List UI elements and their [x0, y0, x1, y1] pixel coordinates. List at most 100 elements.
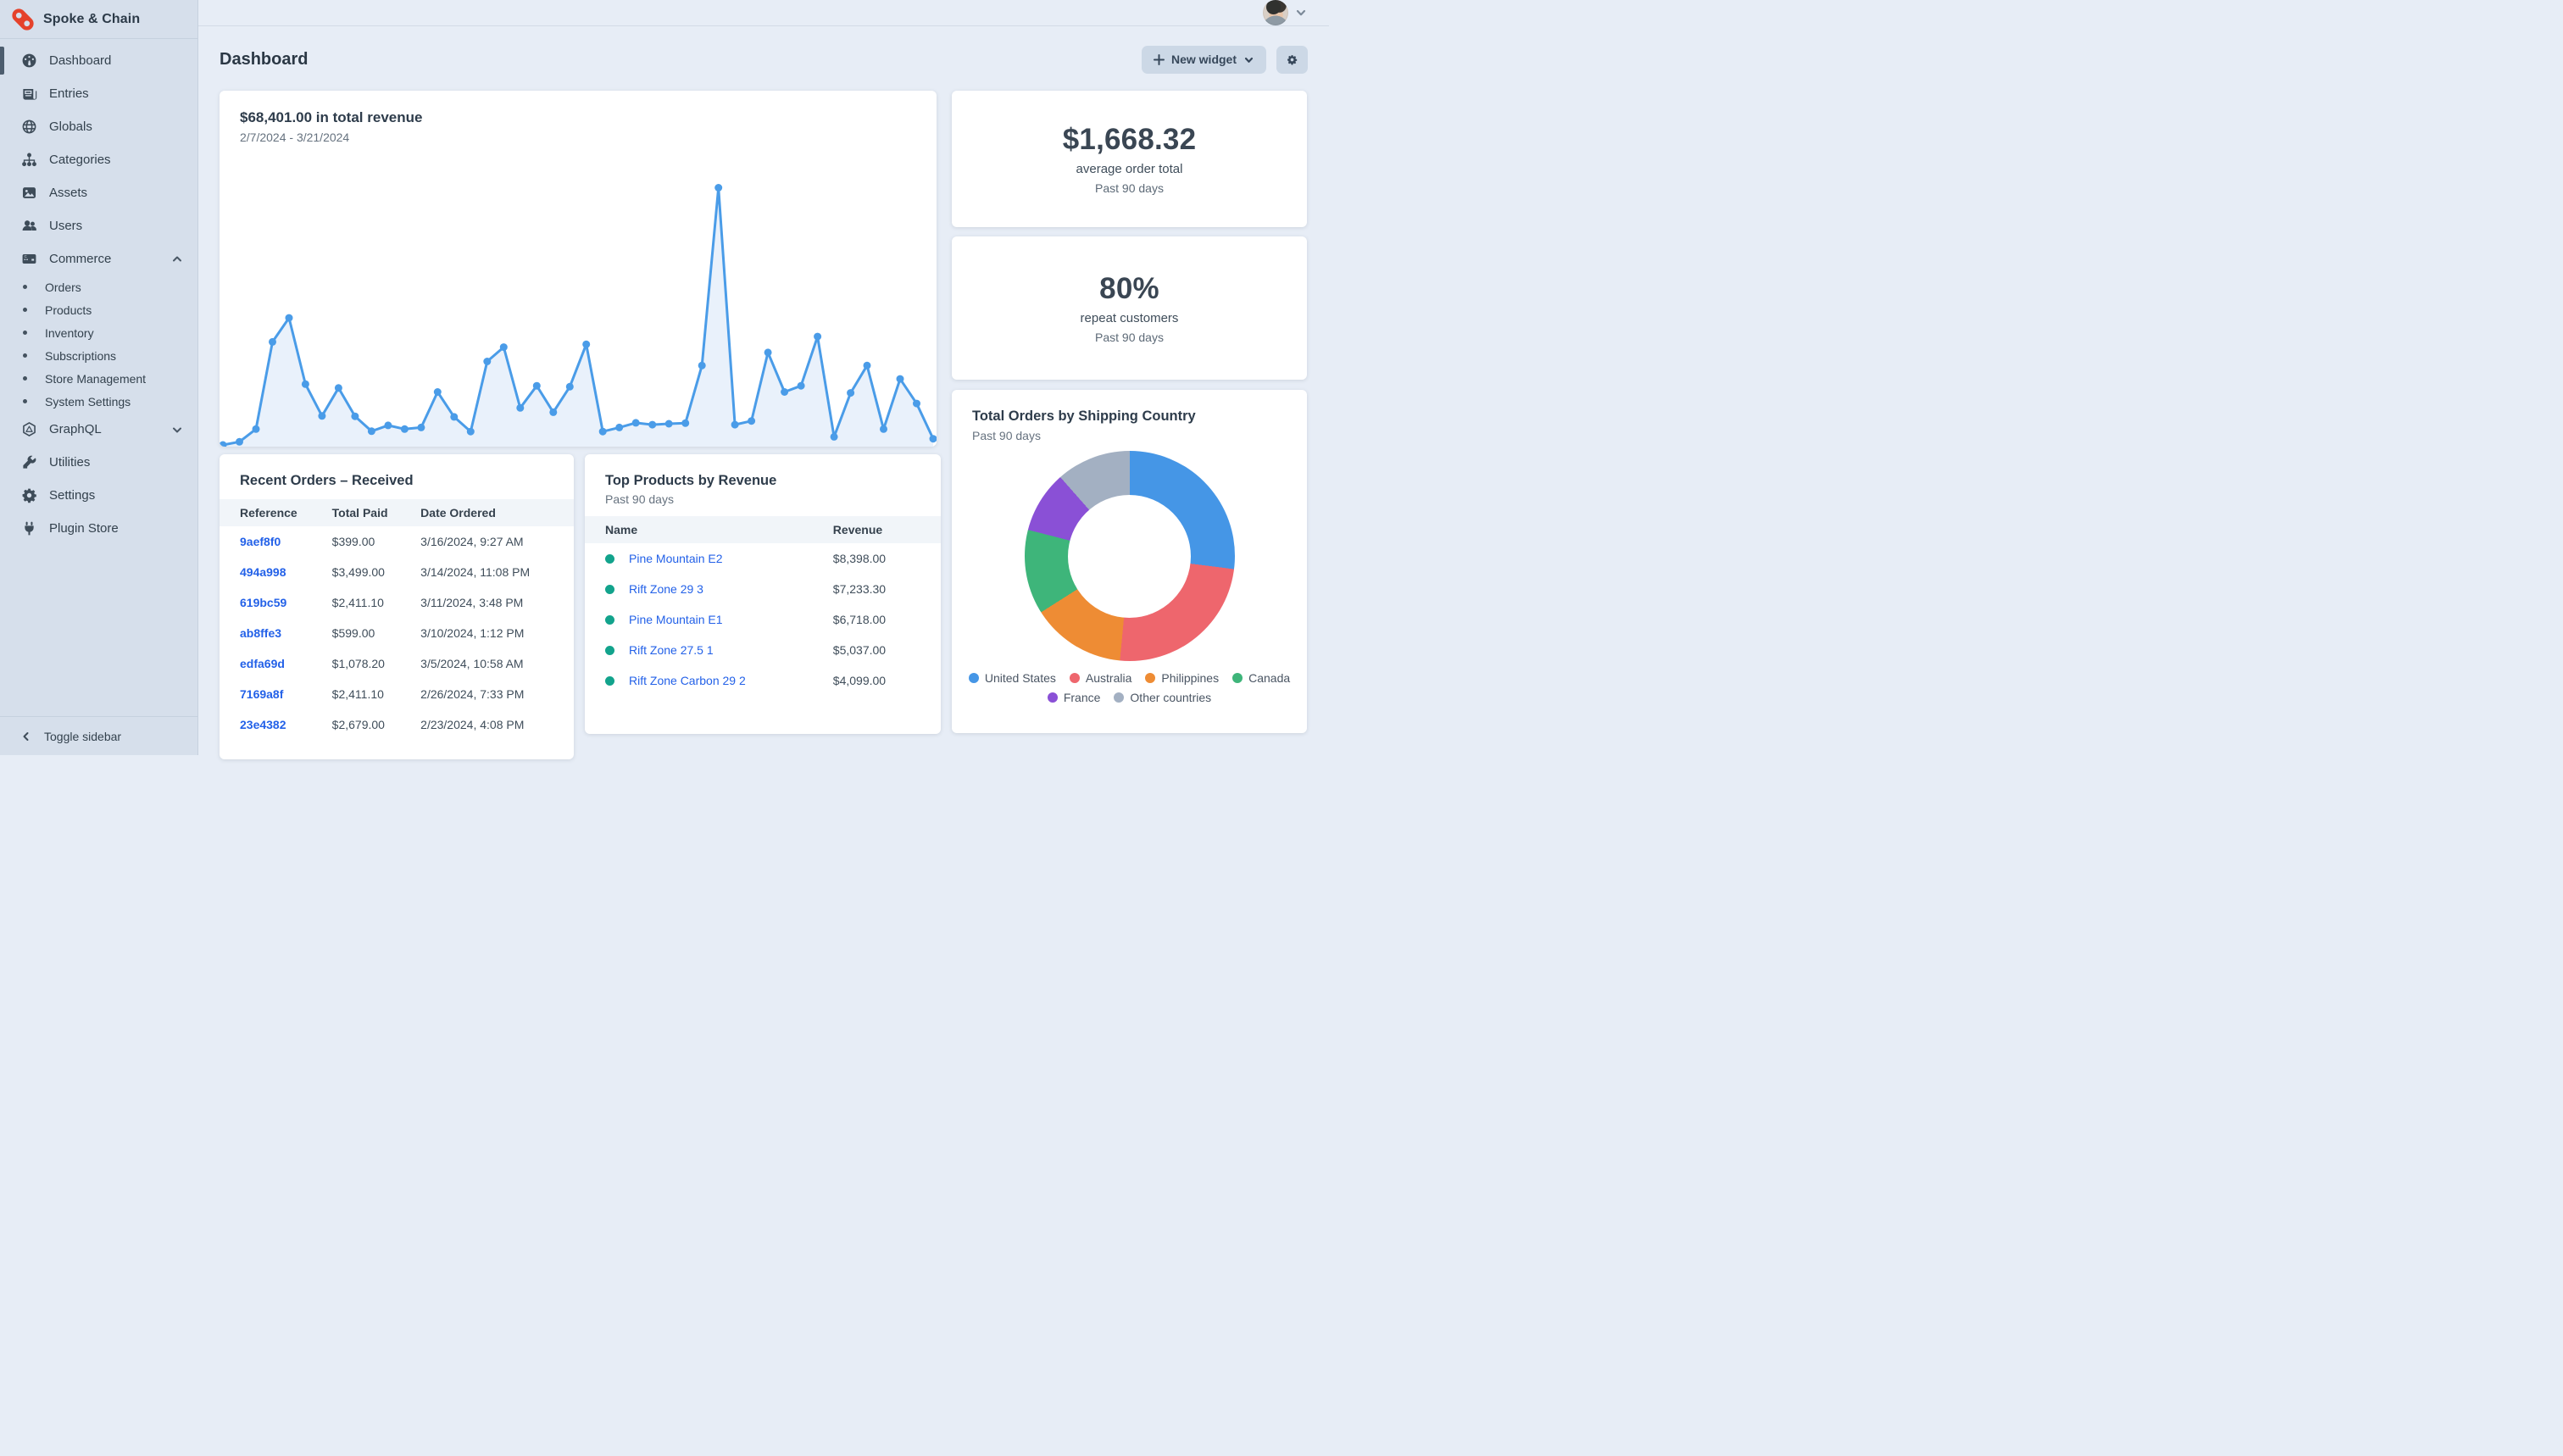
sidebar-subitem-label: Inventory	[45, 326, 94, 340]
order-date-ordered: 2/23/2024, 4:08 PM	[400, 709, 574, 740]
order-reference-link[interactable]: 619bc59	[240, 596, 286, 609]
order-date-ordered: 3/11/2024, 3:48 PM	[400, 587, 574, 618]
legend-color-dot-icon	[969, 673, 979, 683]
sidebar-item-users[interactable]: Users	[0, 209, 197, 242]
sidebar-item-label: Entries	[49, 86, 182, 101]
order-reference-link[interactable]: 9aef8f0	[240, 535, 281, 548]
order-row: 619bc59$2,411.103/11/2024, 3:48 PM	[220, 587, 574, 618]
shipping-country-period: Past 90 days	[972, 429, 1287, 442]
page-header: Dashboard New widget	[220, 26, 1308, 91]
sidebar-item-globals[interactable]: Globals	[0, 110, 197, 143]
sidebar-item-entries[interactable]: Entries	[0, 77, 197, 110]
legend-label: Canada	[1248, 671, 1290, 685]
product-status-dot-icon	[605, 615, 614, 625]
order-total-paid: $3,499.00	[312, 557, 401, 587]
order-row: edfa69d$1,078.203/5/2024, 10:58 AM	[220, 648, 574, 679]
order-reference-link[interactable]: 7169a8f	[240, 687, 283, 701]
header-actions: New widget	[1142, 46, 1308, 74]
sidebar-item-label: Users	[49, 219, 182, 233]
product-status-dot-icon	[605, 646, 614, 655]
column-header: Total Paid	[312, 499, 401, 526]
sidebar-subitem-system-settings[interactable]: System Settings	[0, 390, 197, 413]
chevron-down-icon	[172, 425, 182, 435]
product-revenue: $7,233.30	[813, 574, 941, 604]
sidebar-item-label: Settings	[49, 488, 182, 503]
sidebar-item-commerce[interactable]: CCommerce	[0, 242, 197, 275]
legend-color-dot-icon	[1048, 692, 1058, 703]
column-header: Name	[585, 516, 813, 543]
product-link[interactable]: Pine Mountain E2	[629, 552, 723, 565]
sidebar-item-label: Dashboard	[49, 53, 182, 68]
product-link[interactable]: Rift Zone 27.5 1	[629, 643, 714, 657]
top-products-subtitle: Past 90 days	[585, 492, 941, 516]
new-widget-button[interactable]: New widget	[1142, 46, 1266, 74]
recent-orders-table: ReferenceTotal PaidDate Ordered 9aef8f0$…	[220, 499, 574, 740]
product-link[interactable]: Rift Zone Carbon 29 2	[629, 674, 746, 687]
order-row: 23e4382$2,679.002/23/2024, 4:08 PM	[220, 709, 574, 740]
sidebar-subitem-label: Orders	[45, 281, 81, 294]
order-reference-link[interactable]: ab8ffe3	[240, 626, 281, 640]
widget-grid: $68,401.00 in total revenue 2/7/2024 - 3…	[220, 91, 1308, 759]
legend-color-dot-icon	[1070, 673, 1080, 683]
sidebar-subitem-store-management[interactable]: Store Management	[0, 367, 197, 390]
top-products-widget: Top Products by Revenue Past 90 days Nam…	[585, 454, 941, 734]
product-revenue: $8,398.00	[813, 543, 941, 574]
sidebar-item-plugin-store[interactable]: Plugin Store	[0, 512, 197, 545]
sitemap-icon	[21, 152, 37, 168]
sidebar: Spoke & Chain Dashboard Entries Globals Cat…	[0, 0, 198, 755]
revenue-date-range: 2/7/2024 - 3/21/2024	[240, 131, 916, 144]
dashboard-settings-button[interactable]	[1276, 46, 1308, 74]
average-order-total-widget: $1,668.32 average order total Past 90 da…	[952, 91, 1307, 227]
revenue-widget: $68,401.00 in total revenue 2/7/2024 - 3…	[220, 91, 937, 447]
repeat-customers-period: Past 90 days	[1095, 331, 1164, 344]
order-reference-link[interactable]: edfa69d	[240, 657, 285, 670]
sidebar-item-settings[interactable]: Settings	[0, 479, 197, 512]
product-link[interactable]: Rift Zone 29 3	[629, 582, 703, 596]
dashboard-content: Dashboard New widget	[198, 26, 1329, 759]
sidebar-item-graphql[interactable]: GraphQL	[0, 413, 197, 446]
page-title: Dashboard	[220, 50, 308, 69]
average-order-total-value: $1,668.32	[1063, 123, 1197, 157]
globe-icon	[21, 119, 37, 135]
plug-icon	[21, 520, 37, 536]
product-status-dot-icon	[605, 554, 614, 564]
product-status-dot-icon	[605, 585, 614, 594]
revenue-line-chart	[220, 157, 937, 447]
product-revenue: $4,099.00	[813, 665, 941, 696]
bullet-icon	[23, 331, 27, 335]
product-link[interactable]: Pine Mountain E1	[629, 613, 723, 626]
legend-color-dot-icon	[1114, 692, 1124, 703]
sidebar-subitem-label: System Settings	[45, 395, 131, 408]
sidebar-subitem-orders[interactable]: Orders	[0, 275, 197, 298]
chevron-up-icon	[172, 254, 182, 264]
order-total-paid: $2,411.10	[312, 679, 401, 709]
legend-item-united-states: United States	[969, 671, 1056, 685]
order-total-paid: $399.00	[312, 526, 401, 557]
toggle-sidebar-label: Toggle sidebar	[44, 730, 176, 743]
user-avatar[interactable]	[1263, 0, 1288, 25]
product-revenue: $5,037.00	[813, 635, 941, 665]
sidebar-subitem-inventory[interactable]: Inventory	[0, 321, 197, 344]
sidebar-item-assets[interactable]: Assets	[0, 176, 197, 209]
sidebar-item-utilities[interactable]: Utilities	[0, 446, 197, 479]
order-row: 9aef8f0$399.003/16/2024, 9:27 AM	[220, 526, 574, 557]
sidebar-item-label: Categories	[49, 153, 182, 167]
sidebar-header: Spoke & Chain	[0, 0, 197, 39]
shipping-country-donut-chart	[1025, 451, 1235, 661]
order-reference-link[interactable]: 494a998	[240, 565, 286, 579]
sidebar-subitem-products[interactable]: Products	[0, 298, 197, 321]
order-total-paid: $599.00	[312, 618, 401, 648]
column-header: Date Ordered	[400, 499, 574, 526]
bullet-icon	[23, 376, 27, 381]
toggle-sidebar-button[interactable]: Toggle sidebar	[0, 716, 197, 755]
gauge-icon	[21, 53, 37, 69]
sidebar-item-categories[interactable]: Categories	[0, 143, 197, 176]
sidebar-subitem-subscriptions[interactable]: Subscriptions	[0, 344, 197, 367]
sidebar-item-dashboard[interactable]: Dashboard	[0, 44, 197, 77]
top-products-table: NameRevenue Pine Mountain E2$8,398.00Rif…	[585, 516, 941, 696]
sidebar-subitem-label: Subscriptions	[45, 349, 116, 363]
order-total-paid: $1,078.20	[312, 648, 401, 679]
chevron-down-icon[interactable]	[1295, 7, 1307, 19]
order-reference-link[interactable]: 23e4382	[240, 718, 286, 731]
chain-link-logo-icon	[12, 8, 34, 31]
